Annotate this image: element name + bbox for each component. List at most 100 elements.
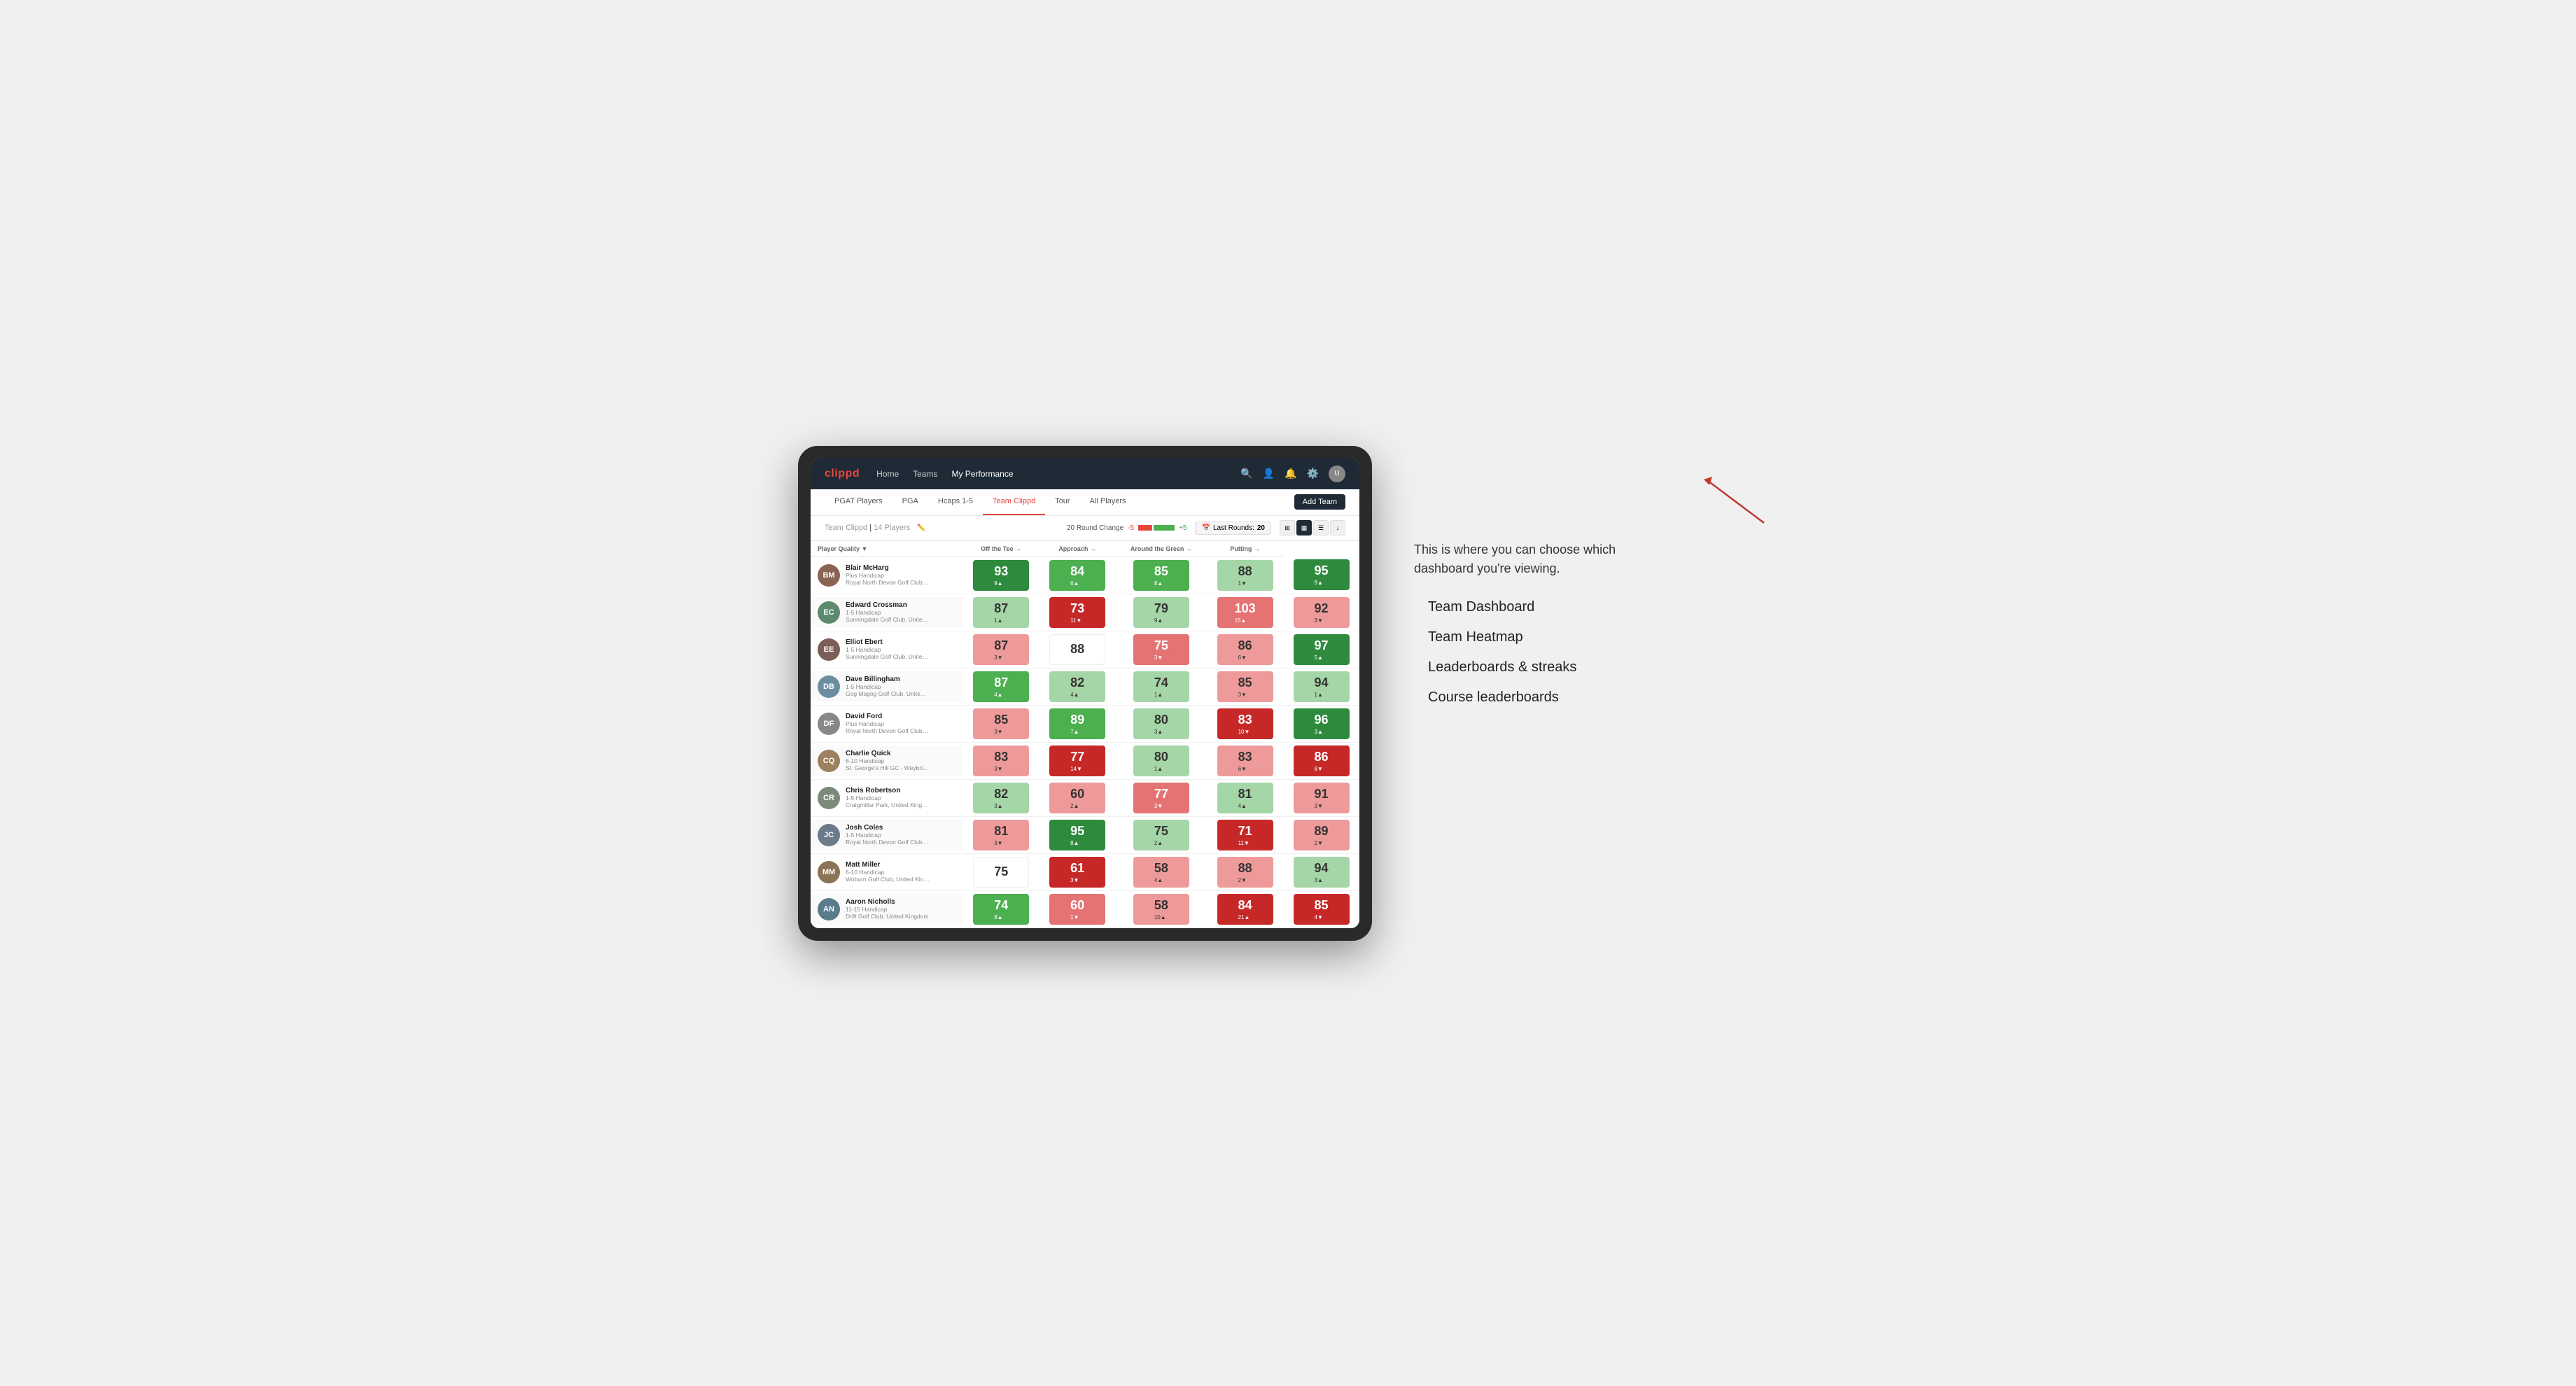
- stat-change: 3▼: [1154, 654, 1163, 661]
- stat-cell-8-0: 75: [963, 853, 1040, 890]
- stat-cell-5-4: 868▼: [1283, 742, 1359, 779]
- stat-box: 963▲: [1294, 708, 1350, 739]
- player-cell-7[interactable]: JC Josh Coles 1-5 Handicap Royal North D…: [811, 816, 963, 853]
- player-cell-2[interactable]: EE Elliot Ebert 1-5 Handicap Sunningdale…: [811, 631, 963, 668]
- stat-value: 83: [1238, 750, 1252, 764]
- player-cell-8[interactable]: MM Matt Miller 6-10 Handicap Woburn Golf…: [811, 853, 963, 890]
- data-table: Player Quality ▼ Off the Tee → Approach …: [811, 541, 1359, 928]
- player-name: Dave Billingham: [846, 676, 956, 683]
- player-cell-1[interactable]: EC Edward Crossman 1-5 Handicap Sunningd…: [811, 594, 963, 631]
- player-avatar: CQ: [818, 750, 840, 772]
- stat-cell-3-0: 874▲: [963, 668, 1040, 705]
- stat-value: 103: [1235, 601, 1256, 616]
- stat-change: 2▲: [1070, 803, 1079, 809]
- bell-icon[interactable]: 🔔: [1284, 468, 1296, 479]
- player-cell-6[interactable]: CR Chris Robertson 1-5 Handicap Craigmil…: [811, 779, 963, 816]
- download-button[interactable]: ↓: [1330, 520, 1345, 536]
- stat-change: 3▲: [1315, 877, 1323, 883]
- sub-nav-tour[interactable]: Tour: [1045, 489, 1079, 515]
- player-cell-5[interactable]: CQ Charlie Quick 6-10 Handicap St. Georg…: [811, 742, 963, 779]
- sub-nav-all-players[interactable]: All Players: [1080, 489, 1136, 515]
- stat-box: 752▲: [1133, 820, 1189, 850]
- stat-box: 773▼: [1133, 783, 1189, 813]
- annotation-item-3: Course leaderboards: [1428, 690, 1778, 706]
- stat-box: 846▲: [1049, 560, 1105, 591]
- last-rounds-button[interactable]: 📅 Last Rounds: 20: [1195, 522, 1271, 535]
- stat-cell-3-3: 853▼: [1207, 668, 1283, 705]
- annotation-items: Team DashboardTeam HeatmapLeaderboards &…: [1414, 599, 1778, 706]
- stat-box: 874▲: [973, 671, 1029, 702]
- player-hcap: 1-5 Handicap: [846, 794, 930, 802]
- sub-nav-hcaps[interactable]: Hcaps 1-5: [928, 489, 983, 515]
- nav-link-performance[interactable]: My Performance: [951, 466, 1013, 482]
- stat-box: 943▲: [1294, 857, 1350, 888]
- table-row: AN Aaron Nicholls 11-15 Handicap Drift G…: [811, 890, 1359, 927]
- heatmap-view-button[interactable]: ▦: [1296, 520, 1312, 536]
- stat-box: 801▲: [1133, 746, 1189, 776]
- edit-icon[interactable]: ✏️: [917, 524, 925, 532]
- player-cell-0[interactable]: BM Blair McHarg Plus Handicap Royal Nort…: [811, 556, 963, 594]
- sub-nav-team-clippd[interactable]: Team Clippd: [983, 489, 1045, 515]
- stat-box: 833▼: [973, 746, 1029, 776]
- stat-value: 75: [1154, 824, 1168, 839]
- stat-value: 58: [1154, 898, 1168, 913]
- stat-change: 4▲: [1154, 877, 1163, 883]
- team-controls: 20 Round Change -5 +5 📅 Last Rounds: 20: [1067, 520, 1345, 536]
- player-avatar: MM: [818, 861, 840, 883]
- stat-cell-3-4: 941▲: [1283, 668, 1359, 705]
- calendar-icon: 📅: [1201, 524, 1210, 532]
- nav-link-home[interactable]: Home: [876, 466, 899, 482]
- stat-cell-7-4: 892▼: [1283, 816, 1359, 853]
- player-hcap: 1-5 Handicap: [846, 832, 930, 839]
- annotation-item-0: Team Dashboard: [1428, 599, 1778, 615]
- tablet-frame: clippd Home Teams My Performance 🔍 👤 🔔 ⚙…: [798, 446, 1372, 941]
- stat-value: 85: [1315, 898, 1329, 913]
- stat-cell-7-0: 813▼: [963, 816, 1040, 853]
- settings-icon[interactable]: ⚙️: [1307, 468, 1319, 479]
- stat-box: 923▼: [1294, 597, 1350, 628]
- stat-change: 4▲: [994, 692, 1002, 698]
- stat-change: 3▼: [1154, 803, 1163, 809]
- logo: clippd: [825, 468, 860, 480]
- player-club: Royal North Devon Golf Club, United King…: [846, 579, 930, 586]
- stat-cell-9-0: 748▲: [963, 890, 1040, 927]
- stat-cell-0-3: 881▼: [1207, 556, 1283, 594]
- stat-box: 814▲: [1217, 783, 1273, 813]
- stat-box: 913▼: [1294, 783, 1350, 813]
- stat-change: 3▲: [1315, 729, 1323, 735]
- stat-cell-6-2: 773▼: [1116, 779, 1208, 816]
- search-icon[interactable]: 🔍: [1240, 468, 1252, 479]
- player-hcap: 1-5 Handicap: [846, 646, 930, 653]
- player-cell-9[interactable]: AN Aaron Nicholls 11-15 Handicap Drift G…: [811, 890, 963, 927]
- stat-change: 7▲: [1070, 729, 1079, 735]
- stat-value: 61: [1070, 861, 1084, 876]
- sub-nav-pgat[interactable]: PGAT Players: [825, 489, 892, 515]
- add-team-button[interactable]: Add Team: [1294, 494, 1345, 510]
- table-row: CQ Charlie Quick 6-10 Handicap St. Georg…: [811, 742, 1359, 779]
- player-hcap: 1-5 Handicap: [846, 683, 930, 690]
- table-row: MM Matt Miller 6-10 Handicap Woburn Golf…: [811, 853, 1359, 890]
- stat-cell-4-1: 897▲: [1040, 705, 1116, 742]
- stat-box: 868▼: [1294, 746, 1350, 776]
- stat-change: 9▲: [1315, 580, 1323, 586]
- player-name: Josh Coles: [846, 824, 956, 832]
- player-avatar: DF: [818, 713, 840, 735]
- avatar[interactable]: U: [1329, 465, 1345, 482]
- stat-change: 2▲: [1154, 840, 1163, 846]
- user-icon[interactable]: 👤: [1263, 468, 1275, 479]
- sub-nav-pga[interactable]: PGA: [892, 489, 928, 515]
- player-name: Aaron Nicholls: [846, 898, 956, 906]
- stat-change: 3▼: [994, 654, 1002, 661]
- player-cell-4[interactable]: DF David Ford Plus Handicap Royal North …: [811, 705, 963, 742]
- stats-table: Player Quality ▼ Off the Tee → Approach …: [811, 541, 1359, 928]
- stat-value: 92: [1315, 601, 1329, 616]
- nav-link-teams[interactable]: Teams: [913, 466, 937, 482]
- stat-box: 836▼: [1217, 746, 1273, 776]
- grid-view-button[interactable]: ⊞: [1280, 520, 1295, 536]
- stat-cell-9-2: 5810▲: [1116, 890, 1208, 927]
- stat-change: 1▲: [994, 617, 1002, 624]
- player-name: Edward Crossman: [846, 601, 956, 609]
- player-cell-3[interactable]: DB Dave Billingham 1-5 Handicap Gog Mago…: [811, 668, 963, 705]
- stat-cell-7-2: 752▲: [1116, 816, 1208, 853]
- list-view-button[interactable]: ☰: [1313, 520, 1329, 536]
